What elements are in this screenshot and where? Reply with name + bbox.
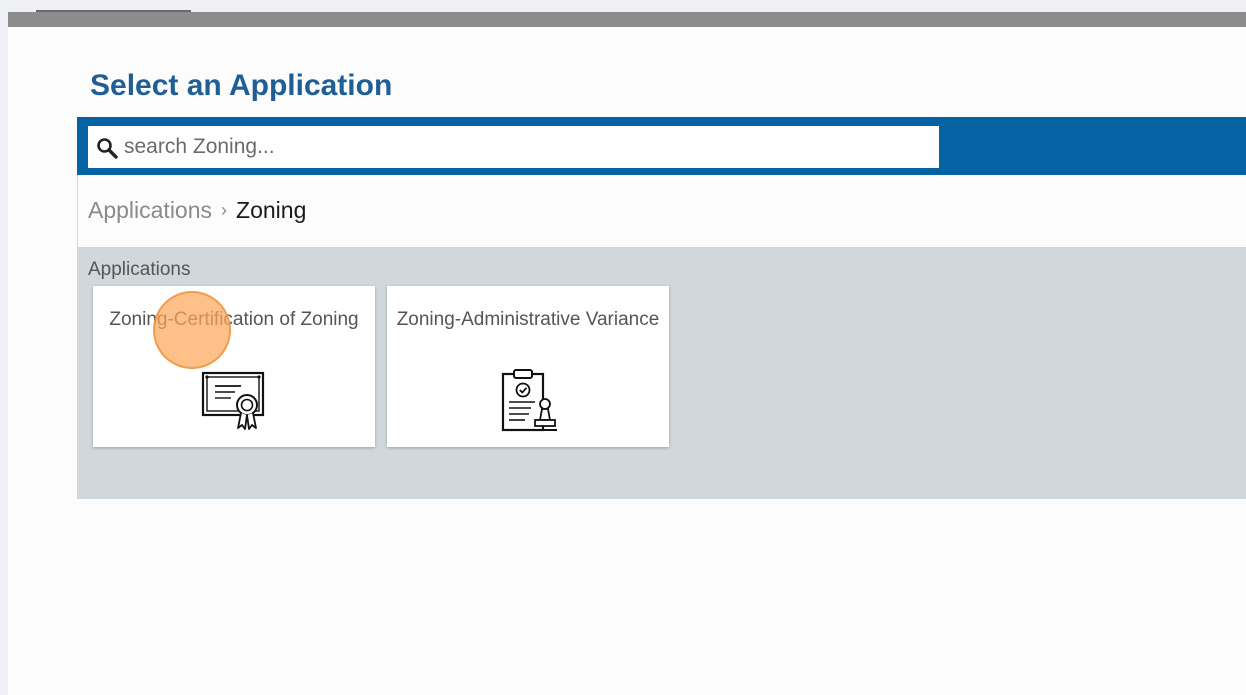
- divider: [77, 175, 78, 248]
- breadcrumb-applications-link[interactable]: Applications: [88, 197, 212, 224]
- clipboard-stamp-icon: [501, 369, 557, 432]
- app-card-certification-of-zoning[interactable]: Zoning-Certification of Zoning: [93, 286, 375, 447]
- search-box[interactable]: [88, 126, 939, 168]
- app-card-administrative-variance[interactable]: Zoning-Administrative Variance: [387, 286, 669, 447]
- page-title: Select an Application: [90, 69, 393, 102]
- breadcrumb-current: Zoning: [236, 197, 307, 223]
- certificate-icon: [201, 371, 265, 430]
- breadcrumb-separator-icon: ›: [221, 200, 228, 220]
- tab-marker: [36, 10, 191, 12]
- window-top-bar: [8, 10, 1246, 27]
- page-content: Select an Application Applications › Zon…: [8, 27, 1246, 695]
- breadcrumb: Applications › Zoning: [88, 197, 306, 224]
- search-bar: [77, 117, 1246, 175]
- section-label: Applications: [88, 259, 191, 280]
- app-card-title: Zoning-Certification of Zoning: [109, 309, 359, 330]
- search-icon: [97, 138, 118, 159]
- search-input[interactable]: [124, 132, 924, 162]
- app-card-title: Zoning-Administrative Variance: [396, 309, 660, 330]
- applications-panel: Applications Zoning-Certification of Zon…: [77, 247, 1246, 499]
